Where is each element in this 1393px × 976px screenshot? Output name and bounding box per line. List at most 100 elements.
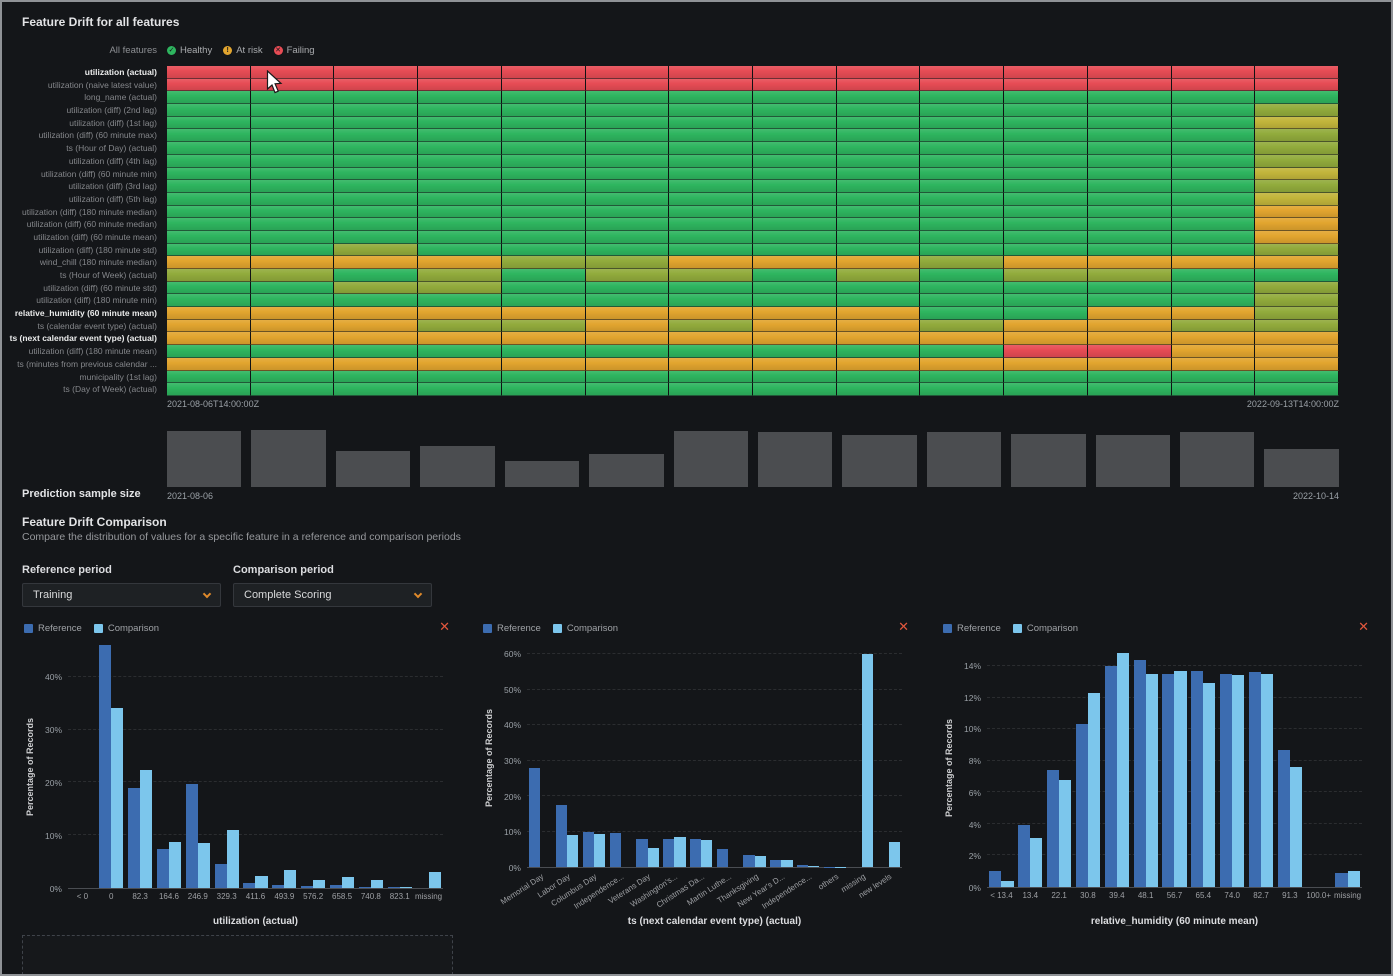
reference-bar[interactable] <box>330 885 342 888</box>
heatmap-cell[interactable] <box>837 129 921 142</box>
comparison-bar[interactable] <box>1117 653 1129 887</box>
heatmap-cell[interactable] <box>1255 269 1339 282</box>
comparison-bar[interactable] <box>781 860 792 867</box>
heatmap-cell[interactable] <box>167 320 251 333</box>
comparison-bar[interactable] <box>1088 693 1100 887</box>
comparison-bar[interactable] <box>701 840 712 867</box>
comparison-bar[interactable] <box>1001 881 1013 887</box>
heatmap-cell[interactable] <box>1004 168 1088 181</box>
heatmap-cell[interactable] <box>502 332 586 345</box>
reference-bar[interactable] <box>743 855 754 867</box>
heatmap-cell[interactable] <box>1255 371 1339 384</box>
heatmap-cell[interactable] <box>167 383 251 396</box>
heatmap-cell[interactable] <box>837 155 921 168</box>
heatmap-cell[interactable] <box>1172 79 1256 92</box>
heatmap-cell[interactable] <box>1255 383 1339 396</box>
heatmap-cell[interactable] <box>167 117 251 130</box>
heatmap-cell[interactable] <box>1172 180 1256 193</box>
heatmap-cell[interactable] <box>837 256 921 269</box>
heatmap-cell[interactable] <box>502 307 586 320</box>
heatmap-cell[interactable] <box>1088 345 1172 358</box>
reference-period-select[interactable]: Training <box>22 583 221 607</box>
heatmap-cell[interactable] <box>837 294 921 307</box>
feature-label[interactable]: ts (Day of Week) (actual) <box>2 383 167 396</box>
heatmap-cell[interactable] <box>586 282 670 295</box>
heatmap-cell[interactable] <box>837 371 921 384</box>
heatmap-cell[interactable] <box>837 206 921 219</box>
heatmap-cell[interactable] <box>753 345 837 358</box>
heatmap-cell[interactable] <box>669 320 753 333</box>
heatmap-cell[interactable] <box>334 282 418 295</box>
heatmap-cell[interactable] <box>669 282 753 295</box>
heatmap-cell[interactable] <box>920 66 1004 79</box>
sample-size-bar[interactable] <box>927 432 1001 487</box>
heatmap-cell[interactable] <box>334 320 418 333</box>
heatmap-cell[interactable] <box>1172 91 1256 104</box>
heatmap-cell[interactable] <box>251 345 335 358</box>
heatmap-cell[interactable] <box>586 332 670 345</box>
heatmap-cell[interactable] <box>251 358 335 371</box>
heatmap-cell[interactable] <box>669 307 753 320</box>
heatmap-cell[interactable] <box>920 282 1004 295</box>
heatmap-cell[interactable] <box>334 256 418 269</box>
heatmap-cell[interactable] <box>418 282 502 295</box>
heatmap-cell[interactable] <box>418 104 502 117</box>
heatmap-cell[interactable] <box>586 117 670 130</box>
comparison-bar[interactable] <box>1232 675 1244 887</box>
sample-size-bar[interactable] <box>589 454 663 487</box>
heatmap-cell[interactable] <box>502 269 586 282</box>
heatmap-cell[interactable] <box>1088 193 1172 206</box>
reference-bar[interactable] <box>1278 750 1290 887</box>
heatmap-cell[interactable] <box>251 231 335 244</box>
reference-bar[interactable] <box>717 849 728 867</box>
heatmap-cell[interactable] <box>1172 320 1256 333</box>
heatmap-cell[interactable] <box>1255 294 1339 307</box>
heatmap-cell[interactable] <box>837 244 921 257</box>
heatmap-cell[interactable] <box>753 193 837 206</box>
reference-bar[interactable] <box>1134 660 1146 887</box>
feature-label[interactable]: utilization (diff) (2nd lag) <box>2 104 167 117</box>
heatmap-cell[interactable] <box>418 294 502 307</box>
heatmap-cell[interactable] <box>920 383 1004 396</box>
feature-label[interactable]: utilization (diff) (60 minute std) <box>2 282 167 295</box>
heatmap-cell[interactable] <box>669 142 753 155</box>
heatmap-cell[interactable] <box>1004 371 1088 384</box>
heatmap-cell[interactable] <box>1172 129 1256 142</box>
heatmap-cell[interactable] <box>418 79 502 92</box>
heatmap-cell[interactable] <box>1004 358 1088 371</box>
heatmap-cell[interactable] <box>586 180 670 193</box>
heatmap-cell[interactable] <box>418 371 502 384</box>
heatmap-cell[interactable] <box>753 371 837 384</box>
feature-label[interactable]: utilization (diff) (180 minute median) <box>2 206 167 219</box>
sample-size-bar[interactable] <box>1180 432 1254 487</box>
heatmap-cell[interactable] <box>586 155 670 168</box>
heatmap-cell[interactable] <box>418 218 502 231</box>
heatmap-cell[interactable] <box>837 168 921 181</box>
heatmap-cell[interactable] <box>167 168 251 181</box>
comparison-bar[interactable] <box>429 872 441 888</box>
comparison-period-select[interactable]: Complete Scoring <box>233 583 432 607</box>
heatmap-cell[interactable] <box>1255 231 1339 244</box>
heatmap-cell[interactable] <box>251 142 335 155</box>
heatmap-cell[interactable] <box>753 307 837 320</box>
heatmap-cell[interactable] <box>334 155 418 168</box>
heatmap-cell[interactable] <box>586 206 670 219</box>
comparison-bar[interactable] <box>140 770 152 888</box>
sample-size-bar[interactable] <box>251 430 325 487</box>
heatmap-cell[interactable] <box>586 193 670 206</box>
heatmap-cell[interactable] <box>1172 104 1256 117</box>
comparison-bar[interactable] <box>371 880 383 888</box>
sample-size-bar[interactable] <box>758 432 832 487</box>
heatmap-cell[interactable] <box>502 180 586 193</box>
heatmap-cell[interactable] <box>669 269 753 282</box>
heatmap-cell[interactable] <box>837 231 921 244</box>
heatmap-cell[interactable] <box>753 282 837 295</box>
heatmap-cell[interactable] <box>1088 79 1172 92</box>
heatmap-cell[interactable] <box>334 129 418 142</box>
reference-bar[interactable] <box>636 839 647 867</box>
heatmap-cell[interactable] <box>920 117 1004 130</box>
close-icon[interactable]: ✕ <box>1358 620 1369 634</box>
feature-label[interactable]: utilization (naive latest value) <box>2 79 167 92</box>
heatmap-cell[interactable] <box>1004 155 1088 168</box>
heatmap-cell[interactable] <box>1255 307 1339 320</box>
